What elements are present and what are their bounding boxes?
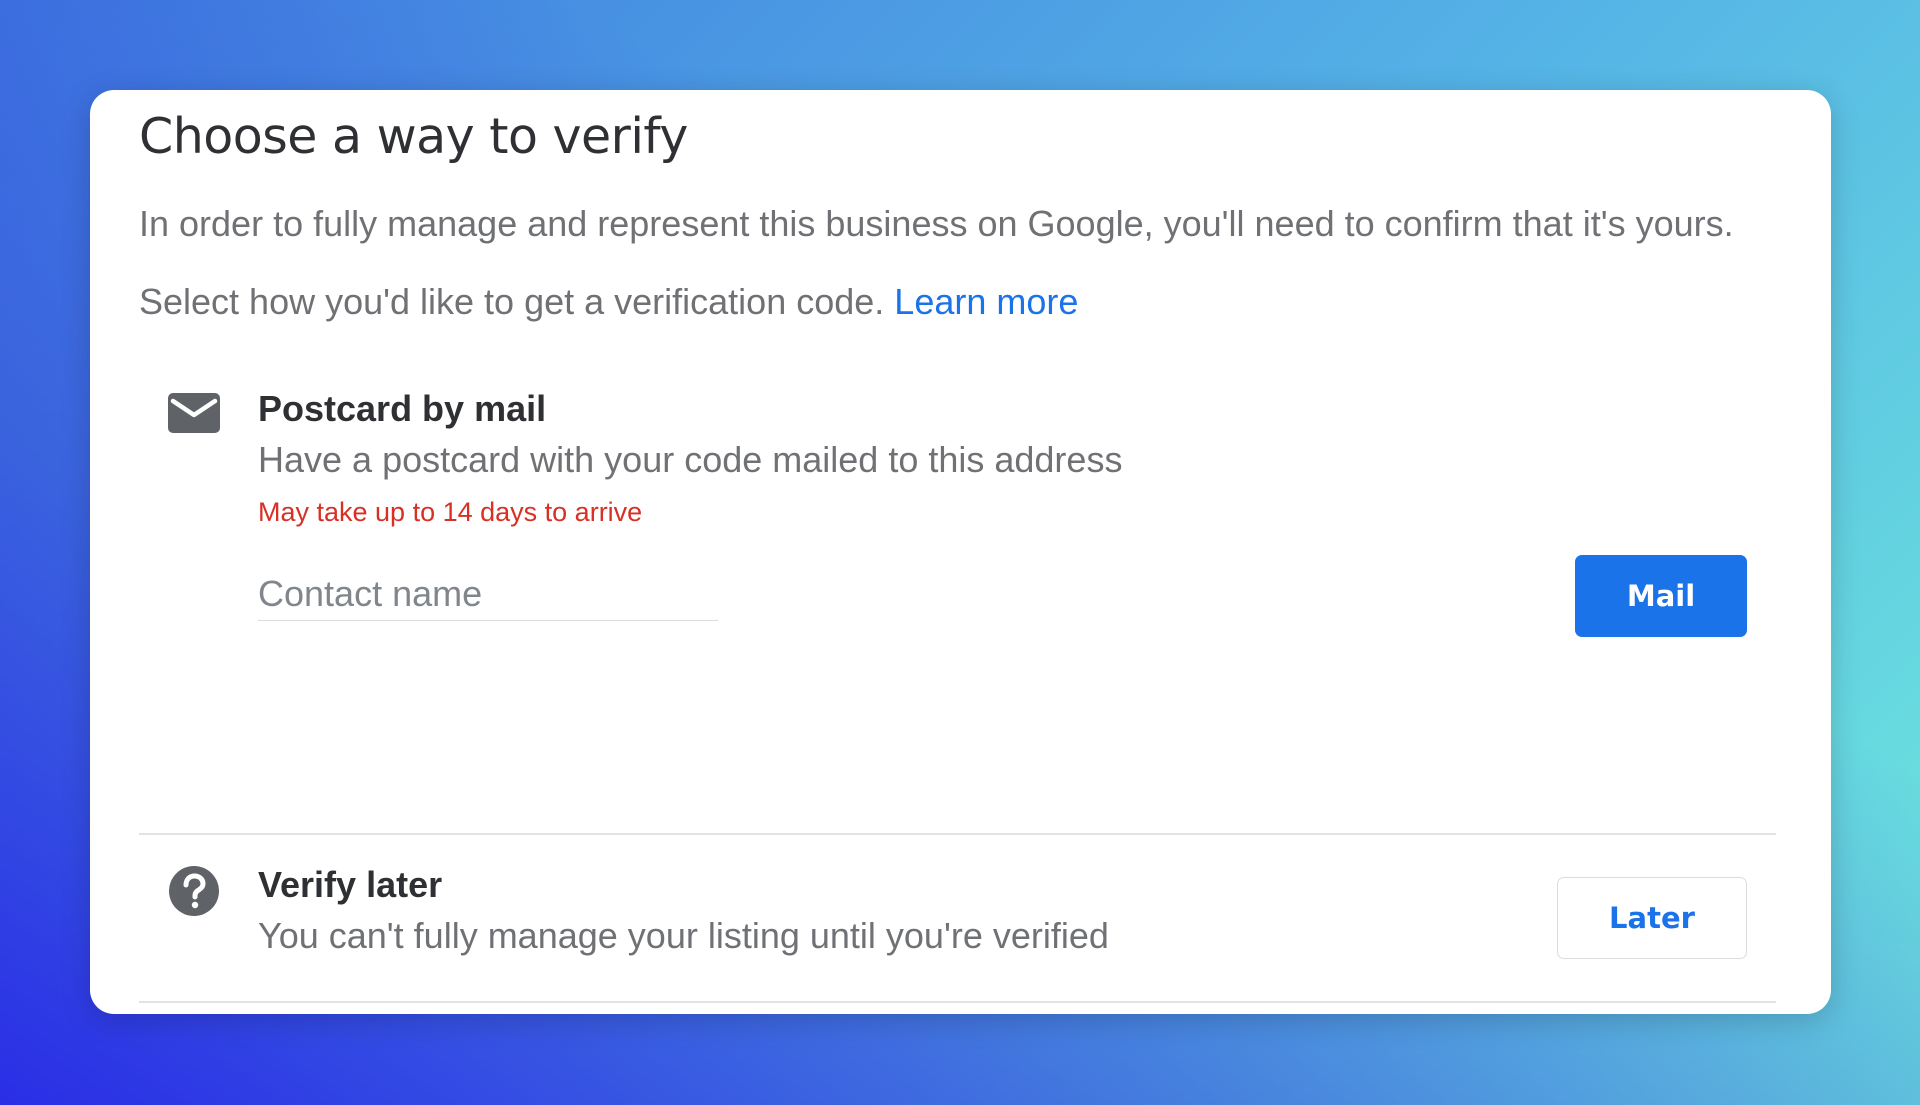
contact-name-field: [258, 568, 718, 621]
delivery-warning: May take up to 14 days to arrive: [258, 497, 643, 527]
postcard-title: Postcard by mail: [258, 388, 547, 429]
postcard-description: Have a postcard with your code mailed to…: [258, 439, 1123, 480]
select-method-label: Select how you'd like to get a verificat…: [139, 281, 895, 322]
mail-button[interactable]: Mail: [1575, 555, 1747, 637]
learn-more-link[interactable]: Learn more: [894, 281, 1078, 322]
intro-text: In order to fully manage and represent t…: [139, 203, 1734, 244]
section-divider: [139, 833, 1776, 835]
bottom-divider: [139, 1001, 1776, 1003]
verify-dialog: Choose a way to verify In order to fully…: [90, 90, 1831, 1014]
dialog-title: Choose a way to verify: [139, 108, 688, 165]
verify-later-description: You can't fully manage your listing unti…: [258, 915, 1109, 956]
verify-later-title: Verify later: [258, 864, 443, 905]
mail-icon: [168, 393, 220, 433]
select-method-text: Select how you'd like to get a verificat…: [139, 281, 1078, 323]
later-button[interactable]: Later: [1557, 877, 1747, 959]
help-icon: [169, 866, 219, 916]
contact-name-input[interactable]: [258, 568, 718, 620]
